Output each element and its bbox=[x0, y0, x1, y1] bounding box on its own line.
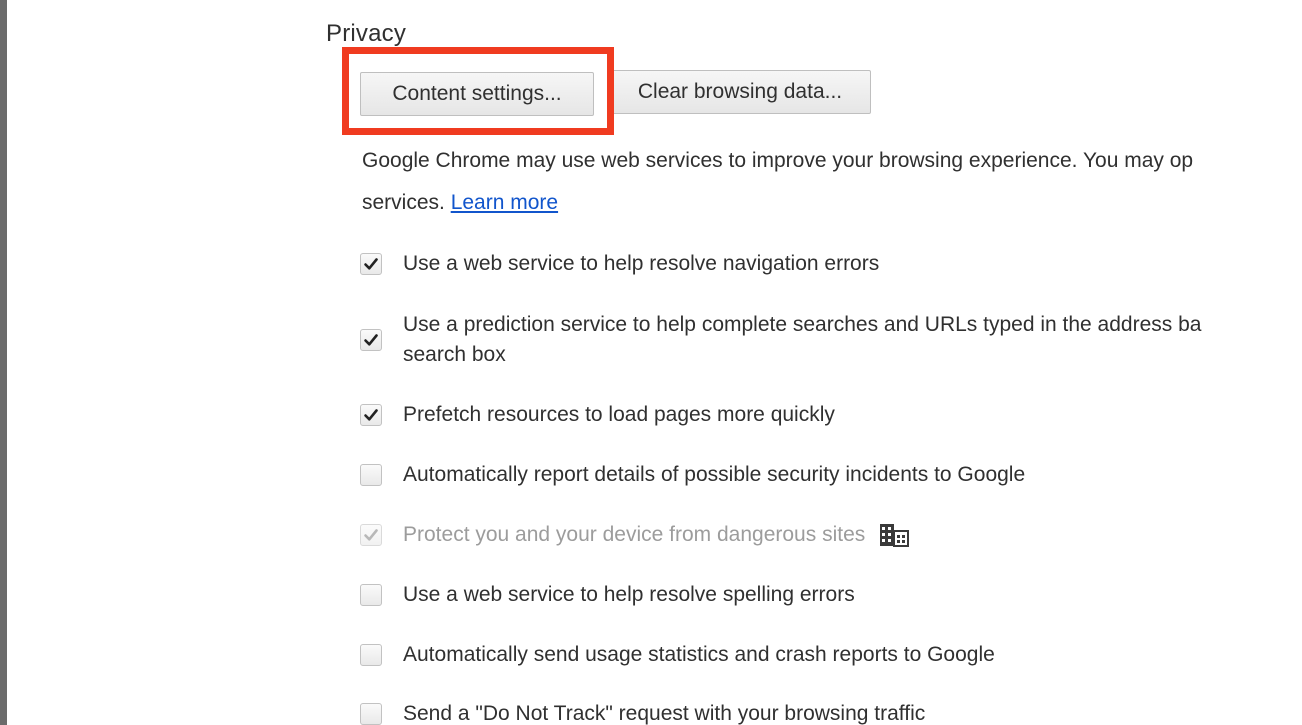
checkbox[interactable] bbox=[360, 584, 382, 606]
option-label: Use a web service to help resolve naviga… bbox=[403, 252, 880, 275]
learn-more-link[interactable]: Learn more bbox=[451, 191, 558, 214]
checkbox[interactable] bbox=[360, 329, 382, 351]
clear-browsing-data-button[interactable]: Clear browsing data... bbox=[609, 70, 871, 114]
enterprise-managed-icon bbox=[880, 524, 910, 548]
checkbox[interactable] bbox=[360, 644, 382, 666]
content-settings-button[interactable]: Content settings... bbox=[360, 72, 594, 116]
checkbox[interactable] bbox=[360, 253, 382, 275]
description-line-2-text: services. bbox=[362, 191, 451, 214]
option-label: Use a prediction service to help complet… bbox=[403, 313, 1202, 336]
option-label: Send a "Do Not Track" request with your … bbox=[403, 702, 926, 725]
privacy-description: Google Chrome may use web services to im… bbox=[362, 140, 1302, 224]
option-label: Automatically report details of possible… bbox=[403, 463, 1026, 486]
checkbox[interactable] bbox=[360, 703, 382, 725]
description-line-2: services. Learn more bbox=[362, 182, 1302, 224]
checkmark-icon bbox=[364, 258, 378, 270]
option-label: Use a web service to help resolve spelli… bbox=[403, 583, 855, 606]
section-title: Privacy bbox=[326, 20, 407, 47]
checkbox[interactable] bbox=[360, 464, 382, 486]
checkmark-icon bbox=[364, 529, 378, 541]
option-label-line-2: search box bbox=[403, 343, 506, 366]
option-label: Automatically send usage statistics and … bbox=[403, 643, 995, 666]
option-label: Protect you and your device from dangero… bbox=[403, 523, 866, 546]
description-line-1: Google Chrome may use web services to im… bbox=[362, 149, 1194, 172]
checkmark-icon bbox=[364, 334, 378, 346]
option-label: Prefetch resources to load pages more qu… bbox=[403, 403, 835, 426]
checkbox bbox=[360, 524, 382, 546]
checkbox[interactable] bbox=[360, 404, 382, 426]
option-label-wrap: Protect you and your device from dangero… bbox=[403, 520, 910, 550]
settings-page: Privacy Content settings... Clear browsi… bbox=[0, 0, 1302, 725]
left-divider bbox=[0, 0, 7, 725]
checkmark-icon bbox=[364, 409, 378, 421]
